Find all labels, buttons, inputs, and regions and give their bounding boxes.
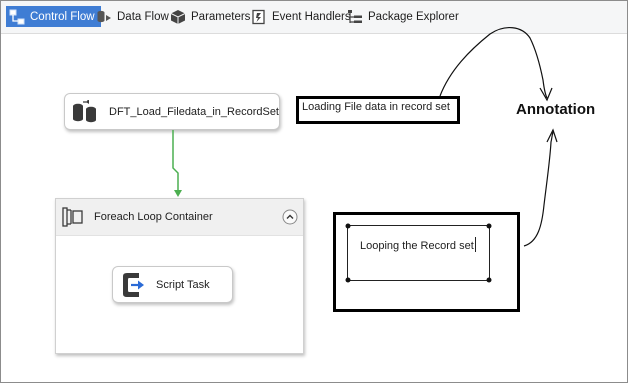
- data-flow-icon: [96, 9, 112, 25]
- script-task-icon: [120, 272, 146, 298]
- foreach-loop-icon: [62, 207, 84, 227]
- parameters-icon: [170, 9, 186, 25]
- script-task-label: Script Task: [156, 278, 210, 291]
- foreach-loop-label: Foreach Loop Container: [94, 211, 213, 223]
- tab-label: Parameters: [191, 10, 251, 23]
- container-header: Foreach Loop Container: [56, 199, 303, 236]
- chevron-up-icon[interactable]: [282, 209, 298, 225]
- tab-control-flow[interactable]: Control Flow: [6, 6, 101, 27]
- data-flow-task-icon: [71, 99, 99, 124]
- tab-data-flow[interactable]: Data Flow: [96, 6, 169, 27]
- precedence-constraint-arrow[interactable]: [165, 128, 195, 200]
- annotation-callout-label: Annotation: [516, 101, 596, 118]
- tab-label: Data Flow: [117, 10, 169, 23]
- foreach-loop-container[interactable]: Foreach Loop Container Script Task: [55, 198, 304, 354]
- tab-label: Control Flow: [30, 10, 95, 23]
- script-task[interactable]: Script Task: [112, 266, 233, 303]
- tab-parameters[interactable]: Parameters: [170, 6, 250, 27]
- tab-label: Event Handlers: [272, 10, 351, 23]
- data-flow-task[interactable]: DFT_Load_Filedata_in_RecordSet: [64, 93, 280, 130]
- hand-drawn-arrows: [439, 27, 558, 247]
- event-handlers-icon: [251, 9, 267, 25]
- data-flow-task-label: DFT_Load_Filedata_in_RecordSet: [109, 105, 279, 118]
- control-flow-icon: [9, 9, 25, 25]
- tab-event-handlers[interactable]: Event Handlers: [251, 6, 351, 27]
- package-explorer-icon: [347, 9, 363, 25]
- annotation-file-data-text: Loading File data in record set: [302, 101, 450, 113]
